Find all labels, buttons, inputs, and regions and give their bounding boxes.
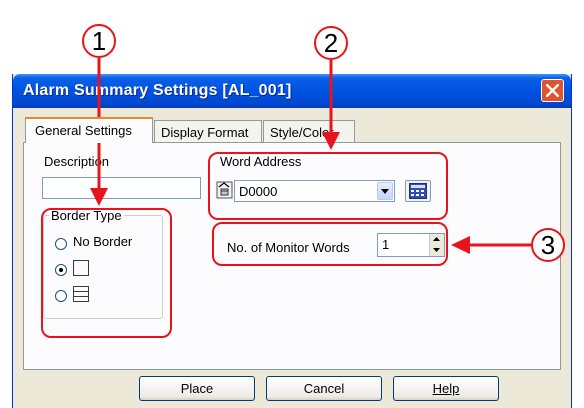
tab-label: General Settings [35,123,132,138]
tab-general-settings[interactable]: General Settings [25,117,153,143]
callout-2-arrowhead [322,132,340,150]
callout-1-arrowhead [90,188,108,206]
callout-3-arrowhead [451,236,470,254]
annotation-arrows [90,58,531,254]
callout-1: 1 [82,24,116,58]
callout-3: 3 [531,228,565,262]
callout-2: 2 [314,26,348,60]
